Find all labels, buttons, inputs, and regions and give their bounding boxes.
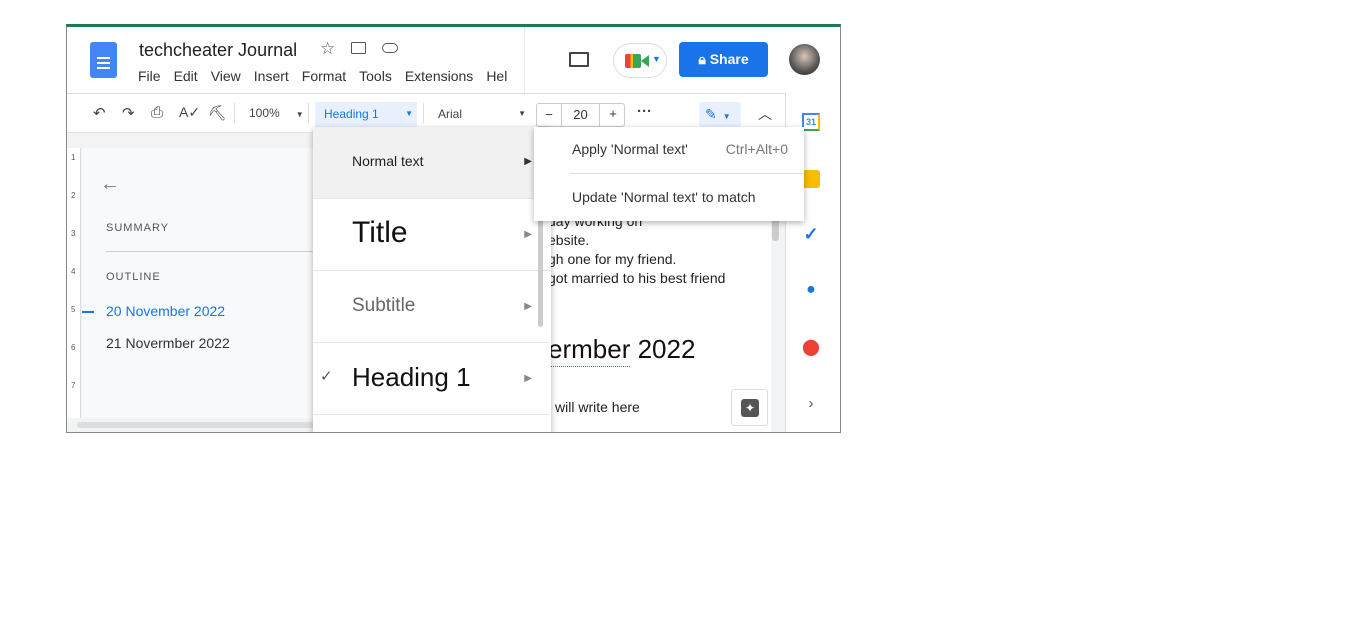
editing-mode-button[interactable]: ✎ ▼ (699, 102, 741, 128)
document-title[interactable]: techcheater Journal (139, 40, 297, 61)
explore-button[interactable]: ✦ (731, 389, 768, 426)
zoom-select[interactable]: 100% ▼ (249, 106, 304, 120)
menu-file[interactable]: File (138, 68, 161, 84)
paragraph-style-select[interactable]: Heading 1 ▼ (315, 102, 417, 127)
apply-normal-text-item[interactable]: Apply 'Normal text' Ctrl+Alt+0 (534, 127, 804, 173)
submenu-arrow-icon: ▶ (524, 373, 532, 384)
meet-icon (625, 54, 641, 68)
lock-icon: 🔒︎ (698, 51, 706, 67)
contacts-icon[interactable]: ● (794, 281, 828, 299)
submenu-arrow-icon: ▶ (524, 156, 532, 167)
google-docs-window: techcheater Journal ☆ File Edit View Insert… (66, 24, 841, 433)
share-button[interactable]: 🔒︎ Share (679, 42, 768, 77)
outline-label: OUTLINE (106, 271, 161, 283)
chevron-down-icon: ▼ (652, 54, 661, 64)
checkmark-icon: ✓ (320, 368, 333, 385)
outline-item-active[interactable]: 20 November 2022 (106, 303, 225, 319)
print-icon[interactable]: ⎙ (151, 104, 163, 121)
menu-help[interactable]: Hel (486, 68, 507, 84)
avatar[interactable] (789, 44, 820, 75)
back-arrow-icon[interactable]: ← (100, 173, 120, 196)
redo-icon[interactable]: ↷ (122, 104, 135, 122)
comments-icon[interactable] (569, 52, 589, 67)
menu-extensions[interactable]: Extensions (405, 68, 473, 84)
increase-font-size-button[interactable]: + (601, 106, 625, 121)
style-subtitle[interactable]: Subtitle ▶ (313, 271, 550, 343)
collapse-toolbar-icon[interactable]: ︿ (758, 104, 772, 124)
tasks-icon[interactable]: ✓ (794, 224, 828, 245)
maps-icon[interactable]: ⬤ (794, 337, 828, 357)
font-size-stepper: − 20 + (536, 103, 625, 127)
menu-edit[interactable]: Edit (174, 68, 198, 84)
expand-panel-icon[interactable]: › (794, 395, 828, 412)
undo-icon[interactable]: ↶ (93, 104, 106, 122)
submenu-arrow-icon: ▶ (524, 229, 532, 240)
menu-tools[interactable]: Tools (359, 68, 392, 84)
menu-insert[interactable]: Insert (254, 68, 289, 84)
chevron-down-icon: ▼ (405, 109, 413, 118)
menu-view[interactable]: View (211, 68, 241, 84)
normal-text-submenu: Apply 'Normal text' Ctrl+Alt+0 Update 'N… (534, 127, 804, 221)
update-normal-text-item[interactable]: Update 'Normal text' to match (534, 174, 804, 220)
outline-item[interactable]: 21 Novermber 2022 (106, 335, 230, 351)
summary-label: SUMMARY (106, 222, 170, 234)
menu-scrollbar[interactable] (538, 207, 543, 327)
pencil-icon: ✎ (705, 106, 717, 122)
header-right: ▼ 🔒︎ Share (524, 27, 840, 93)
menu-bar: File Edit View Insert Format Tools Extensions H… (138, 68, 520, 86)
paragraph-styles-menu: Normal text ▶ Title ▶ Subtitle ▶ ✓ Headi… (313, 127, 551, 432)
style-title[interactable]: Title ▶ (313, 199, 550, 271)
paint-format-icon[interactable]: ⛏ (208, 104, 227, 122)
style-heading-1[interactable]: ✓ Heading 1 ▶ (313, 343, 550, 415)
font-size-input[interactable]: 20 (561, 104, 600, 126)
outline-panel: ← SUMMARY OUTLINE 20 November 2022 21 No… (82, 148, 316, 418)
docs-logo-icon[interactable] (90, 42, 117, 78)
submenu-arrow-icon: ▶ (524, 301, 532, 312)
spellcheck-icon[interactable]: A✓ (179, 104, 200, 121)
style-normal-text[interactable]: Normal text ▶ (313, 127, 550, 199)
star-icon[interactable]: ☆ (320, 39, 335, 59)
sparkle-icon: ✦ (741, 399, 759, 417)
document-heading: ermber 2022 (548, 334, 696, 364)
cloud-saved-icon[interactable] (382, 43, 398, 53)
decrease-font-size-button[interactable]: − (537, 107, 561, 122)
shortcut-label: Ctrl+Alt+0 (725, 141, 788, 157)
horizontal-scrollbar[interactable] (77, 422, 317, 428)
vertical-ruler: 1 2 3 4 5 6 7 (67, 148, 81, 418)
move-folder-icon[interactable] (351, 42, 366, 54)
font-select[interactable]: Arial ▼ (438, 107, 526, 121)
menu-format[interactable]: Format (302, 68, 346, 84)
meet-camera-icon (641, 55, 649, 67)
more-options-icon[interactable]: ··· (637, 103, 652, 120)
meet-button[interactable]: ▼ (613, 43, 667, 78)
